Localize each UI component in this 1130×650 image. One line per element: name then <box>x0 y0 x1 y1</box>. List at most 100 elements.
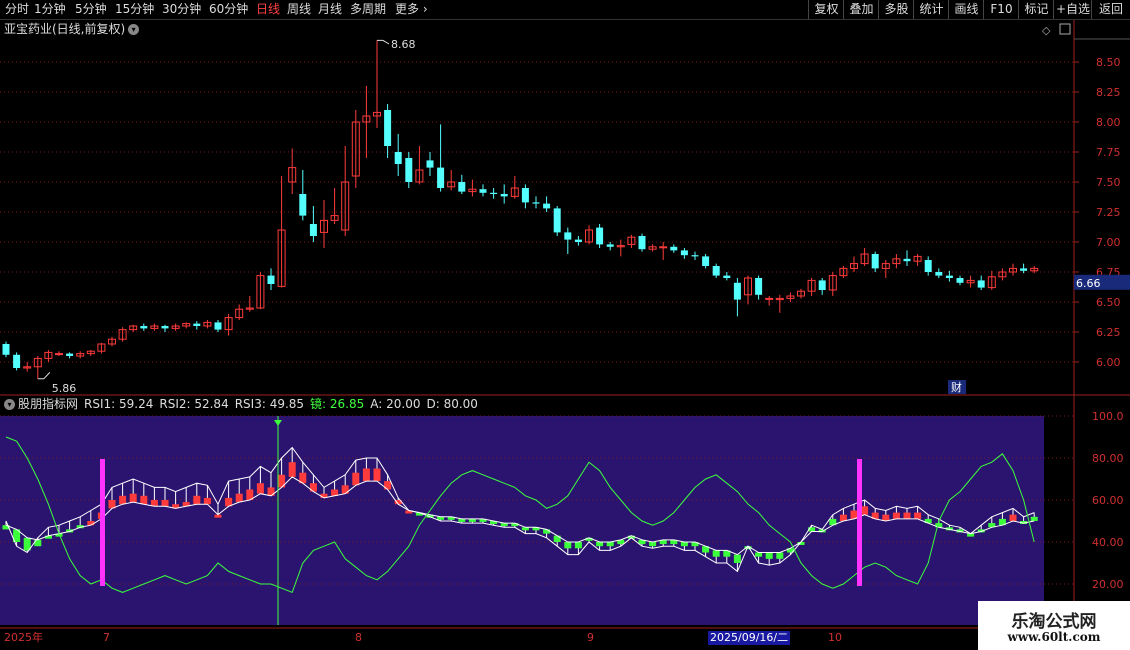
watermark: 乐淘公式网 www.60lt.com <box>978 601 1130 650</box>
candle-body-down <box>924 260 932 272</box>
candle-body-down <box>299 194 307 216</box>
price-tick-label: 7.75 <box>1096 146 1121 159</box>
candle-body-down <box>638 236 646 250</box>
price-tick-label: 6.25 <box>1096 326 1121 339</box>
candle-body-down <box>490 192 498 194</box>
price-tick-label: 8.00 <box>1096 116 1121 129</box>
high-label: 8.68 <box>391 38 416 51</box>
time-label-aug: 8 <box>355 631 362 644</box>
candle-body-down <box>977 280 985 288</box>
rsi-bar <box>119 495 127 505</box>
price-tick-label: 7.50 <box>1096 176 1121 189</box>
cursor-date: 2025/09/16/二 <box>708 631 791 645</box>
rsi-bar <box>564 542 572 549</box>
candle-body-down <box>384 110 392 146</box>
candle-body-up <box>55 353 63 356</box>
rsi-bar <box>341 485 349 494</box>
price-tick-label: 6.50 <box>1096 296 1121 309</box>
a-value: A: 20.00 <box>370 397 421 411</box>
rsi-bar <box>87 521 95 526</box>
price-tick-label: 7.00 <box>1096 236 1121 249</box>
rsi-bar <box>903 512 911 519</box>
price-tick-label: 8.50 <box>1096 56 1121 69</box>
candle-body-down <box>437 167 445 188</box>
diamond-icon: ◇ <box>1042 24 1051 37</box>
rsi-bar <box>606 542 614 547</box>
candle-body-down <box>267 275 275 284</box>
indicator-tick-label: 60.00 <box>1092 494 1124 507</box>
candle-body-down <box>140 326 148 329</box>
rsi-bar <box>161 500 169 507</box>
candle-body-down <box>903 258 911 262</box>
candle-body-down <box>564 232 572 240</box>
rsi-bar <box>680 542 688 547</box>
low-marker <box>37 372 51 380</box>
rsi-bar <box>140 495 148 505</box>
candle-body-down <box>66 353 74 356</box>
candle-body-down <box>935 272 943 276</box>
candle-body-down <box>458 182 466 192</box>
indicator-tick-label: 20.00 <box>1092 578 1124 591</box>
candle-body-down <box>606 244 614 247</box>
candle-body-down <box>193 323 201 326</box>
chart-canvas[interactable]: ◇8.508.258.007.757.507.257.006.756.506.2… <box>0 0 1130 650</box>
current-price-label: 6.66 <box>1076 277 1101 290</box>
rsi-bar <box>373 468 381 482</box>
indicator-tick-label: 80.00 <box>1092 452 1124 465</box>
candle-body-down <box>532 202 540 204</box>
rsi-bar <box>765 552 773 559</box>
indicator-name[interactable]: 股朋指标网 <box>18 397 78 411</box>
candle-body-down <box>500 194 508 197</box>
finance-badge-text: 财 <box>951 380 962 394</box>
candle-body-down <box>405 158 413 182</box>
high-marker <box>377 39 390 45</box>
candle-body-down <box>214 322 222 330</box>
rsi-bar <box>384 481 392 490</box>
rsi-bar <box>861 506 869 515</box>
price-tick-label: 8.25 <box>1096 86 1121 99</box>
rsi-bar <box>543 529 551 534</box>
rsi-bar <box>712 550 720 557</box>
rsi-bar <box>776 552 784 559</box>
candle-body-down <box>712 266 720 276</box>
rsi-bar <box>203 497 211 505</box>
rsi3-value: RSI3: 49.85 <box>234 397 305 411</box>
chevron-down-icon[interactable]: ▾ <box>4 399 15 410</box>
signal-bar <box>857 459 862 586</box>
candle-body-down <box>945 275 953 278</box>
rsi-bar <box>193 495 201 505</box>
candle-body-down <box>1020 268 1028 271</box>
indicator-header: ▾ 股朋指标网 RSI1: 59.24 RSI2: 52.84 RSI3: 49.85 镜… <box>0 396 484 412</box>
candle-body-down <box>733 282 741 300</box>
candle-body-down <box>543 203 551 209</box>
rsi2-value: RSI2: 52.84 <box>159 397 229 411</box>
d-value: D: 80.00 <box>426 397 478 411</box>
rsi-bar <box>288 462 296 477</box>
candle-body-down <box>956 278 964 283</box>
candle-body-down <box>755 278 763 295</box>
rsi-bar <box>362 468 370 482</box>
rsi-bar <box>733 554 741 563</box>
candle-body-down <box>702 256 710 266</box>
rsi-bar <box>1030 516 1038 521</box>
time-label-jul: 7 <box>103 631 110 644</box>
price-tick-label: 6.00 <box>1096 356 1121 369</box>
candle-body-down <box>596 227 604 245</box>
candle-body-down <box>394 152 402 164</box>
signal-bar <box>100 459 105 586</box>
rsi-bar <box>235 493 243 503</box>
candle-body-down <box>2 344 10 355</box>
rsi-bar <box>267 487 275 496</box>
rsi-bar <box>892 512 900 519</box>
jing-value: 镜: 26.85 <box>310 397 365 411</box>
panel-toggle-icon <box>1059 23 1071 35</box>
rsi1-value: RSI1: 59.24 <box>84 397 154 411</box>
candle-body-up <box>659 246 668 249</box>
candle-body-up <box>765 297 774 300</box>
rsi-bar <box>649 542 657 547</box>
watermark-title: 乐淘公式网 <box>1011 612 1097 632</box>
time-label-oct: 10 <box>828 631 842 644</box>
rsi-bar <box>755 552 763 557</box>
candle-body-down <box>161 326 169 329</box>
candle-body-down <box>426 160 434 168</box>
